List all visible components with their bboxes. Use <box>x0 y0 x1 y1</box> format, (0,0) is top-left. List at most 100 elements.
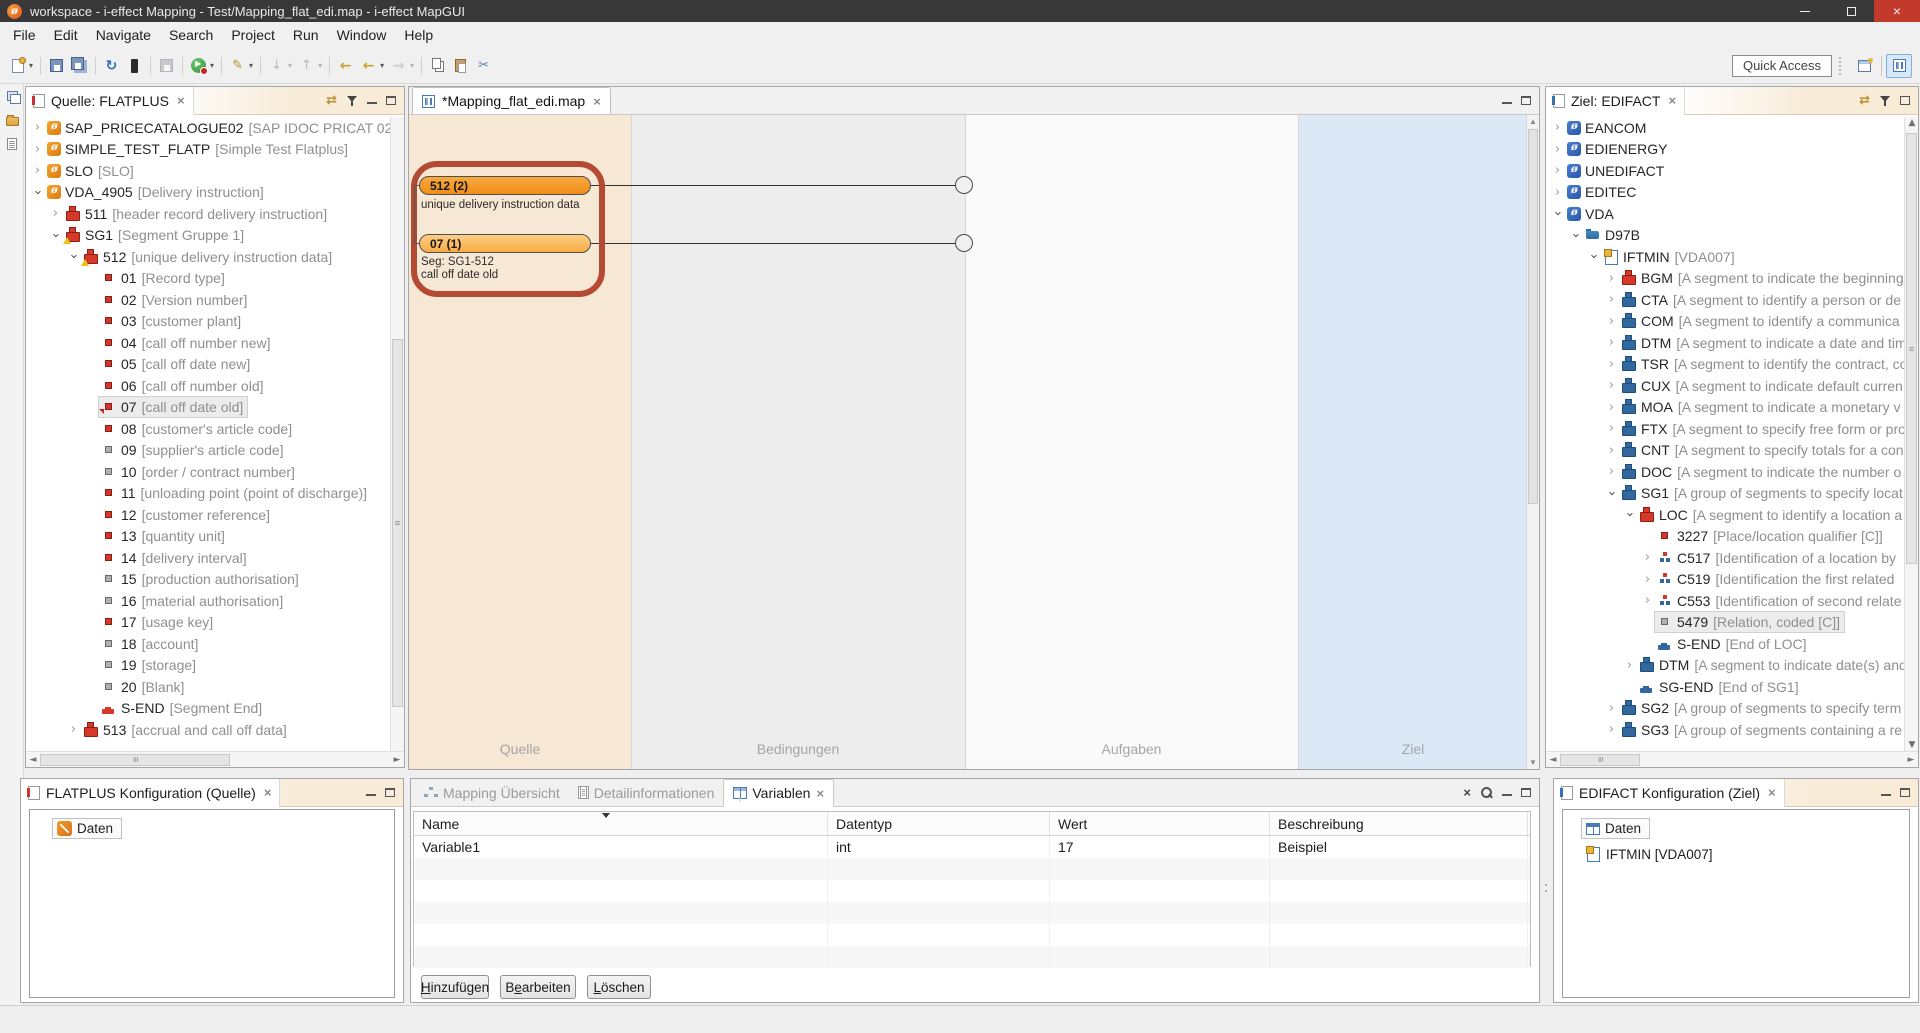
expand-arrow-icon[interactable]: › <box>30 163 45 178</box>
tree-item-dtm[interactable]: ›DTM[A segment to indicate a date and ti… <box>1546 332 1904 354</box>
expand-arrow-icon[interactable]: › <box>1604 335 1619 350</box>
tree-item-08[interactable]: 08[customer's article code] <box>26 418 390 440</box>
expand-arrow-icon[interactable]: › <box>1640 550 1655 565</box>
tree-item-06[interactable]: 06[call off number old] <box>26 375 390 397</box>
maximize-view-icon[interactable] <box>1900 788 1910 797</box>
tab-mapping-bersicht[interactable]: Mapping Übersicht <box>415 779 569 807</box>
tree-item-17[interactable]: 17[usage key] <box>26 612 390 634</box>
refresh-button[interactable]: ↻ <box>100 54 123 78</box>
scrollbar-thumb[interactable]: ≡ <box>1560 754 1640 766</box>
back-button[interactable]: ←▾ <box>357 54 387 78</box>
minimize-view-icon[interactable] <box>366 787 376 796</box>
tab-variablen[interactable]: Variablen× <box>723 779 834 807</box>
tree-item-14[interactable]: 14[delivery interval] <box>26 547 390 569</box>
column-header-datentyp[interactable]: Datentyp <box>828 812 1050 835</box>
tree-item-com[interactable]: ›COM[A segment to identify a communica <box>1546 311 1904 333</box>
expand-arrow-icon[interactable]: › <box>1550 120 1565 135</box>
scroll-down-icon[interactable]: ▼ <box>1905 740 1919 750</box>
tree-item-3227[interactable]: 3227[Place/location qualifier [C]] <box>1546 526 1904 548</box>
expand-arrow-icon[interactable]: › <box>1604 464 1619 479</box>
tree-item-16[interactable]: 16[material authorisation] <box>26 590 390 612</box>
maximize-view-icon[interactable] <box>385 788 395 797</box>
maximize-view-icon[interactable] <box>1521 788 1531 797</box>
tree-item-sap_pricecatalogue02[interactable]: ›SAP_PRICECATALOGUE02[SAP IDOC PRICAT 02… <box>26 117 390 139</box>
tree-item-18[interactable]: 18[account] <box>26 633 390 655</box>
tree-item-cta[interactable]: ›CTA[A segment to identify a person or d… <box>1546 289 1904 311</box>
expand-arrow-icon[interactable]: › <box>48 206 63 221</box>
tab-flatplus-konfiguration[interactable]: FLATPLUS Konfiguration (Quelle) × <box>21 779 280 807</box>
maximize-view-icon[interactable] <box>386 96 396 105</box>
scroll-left-icon[interactable]: ◄ <box>26 755 40 765</box>
mapping-port[interactable] <box>955 176 973 194</box>
target-vertical-scrollbar[interactable]: ▲ ≡ ▼ <box>1904 117 1918 751</box>
tab-detailinformationen[interactable]: Detailinformationen <box>569 779 724 807</box>
collapse-arrow-icon[interactable]: › <box>48 228 63 243</box>
scroll-left-icon[interactable]: ◄ <box>1546 755 1560 765</box>
document-view-icon[interactable] <box>0 132 24 156</box>
tree-item-moa[interactable]: ›MOA[A segment to indicate a monetary v <box>1546 397 1904 419</box>
tree-item-doc[interactable]: ›DOC[A segment to indicate the number o <box>1546 461 1904 483</box>
expand-arrow-icon[interactable]: › <box>1604 314 1619 329</box>
mapping-node-07[interactable]: 07 (1) <box>419 234 591 253</box>
tree-item-simple_test_flatp[interactable]: ›SIMPLE_TEST_FLATP[Simple Test Flatplus] <box>26 139 390 161</box>
window-maximize-button[interactable] <box>1828 0 1874 22</box>
tree-item-12[interactable]: 12[customer reference] <box>26 504 390 526</box>
tree-item-c553[interactable]: ›C553[Identification of second relate <box>1546 590 1904 612</box>
link-with-editor-icon[interactable]: ⇄ <box>326 93 337 108</box>
new-wizard-button[interactable]: ▾ <box>6 54 36 78</box>
close-icon[interactable]: × <box>816 786 824 801</box>
collapse-arrow-icon[interactable]: › <box>1550 206 1565 221</box>
tree-item-vda[interactable]: ›VDA <box>1546 203 1904 225</box>
scroll-up-icon[interactable]: ▲ <box>1527 117 1539 126</box>
expand-arrow-icon[interactable]: › <box>1604 271 1619 286</box>
expand-arrow-icon[interactable]: › <box>1604 722 1619 737</box>
tree-item-c519[interactable]: ›C519[Identification the first related <box>1546 569 1904 591</box>
close-icon[interactable]: × <box>1668 93 1676 108</box>
expand-arrow-icon[interactable]: › <box>1622 658 1637 673</box>
tree-item-s-end[interactable]: S-END[End of LOC] <box>1546 633 1904 655</box>
tree-item-s-end[interactable]: S-END[Segment End] <box>26 698 390 720</box>
expand-arrow-icon[interactable]: › <box>30 120 45 135</box>
collapse-arrow-icon[interactable]: › <box>30 185 45 200</box>
scrollbar-thumb[interactable]: ≡ <box>40 754 230 766</box>
tree-item-ftx[interactable]: ›FTX[A segment to specify free form or p… <box>1546 418 1904 440</box>
daten-button[interactable]: Daten <box>1581 818 1650 839</box>
tree-item-slo[interactable]: ›SLO[SLO] <box>26 160 390 182</box>
expand-arrow-icon[interactable]: › <box>1604 292 1619 307</box>
filter-icon[interactable] <box>346 95 358 107</box>
scrollbar-thumb[interactable] <box>1528 129 1538 504</box>
collapse-arrow-icon[interactable]: › <box>1622 507 1637 522</box>
minimize-editor-icon[interactable] <box>1502 95 1512 104</box>
collapse-arrow-icon[interactable]: › <box>1586 249 1601 264</box>
expand-arrow-icon[interactable]: › <box>1550 185 1565 200</box>
tree-item-bgm[interactable]: ›BGM[A segment to indicate the beginning <box>1546 268 1904 290</box>
dropdown-arrow-icon[interactable]: ▾ <box>318 61 322 70</box>
window-close-button[interactable]: × <box>1874 0 1920 22</box>
open-perspective-button[interactable] <box>1851 54 1877 78</box>
tree-item-c517[interactable]: ›C517[Identification of a location by <box>1546 547 1904 569</box>
expand-arrow-icon[interactable]: › <box>1604 701 1619 716</box>
tree-item-sg2[interactable]: ›SG2[A group of segments to specify term <box>1546 698 1904 720</box>
dropdown-arrow-icon[interactable]: ▾ <box>249 61 253 70</box>
tree-item-512[interactable]: ›512[unique delivery instruction data] <box>26 246 390 268</box>
tree-item-editec[interactable]: ›EDITEC <box>1546 182 1904 204</box>
tree-item-07[interactable]: 07[call off date old] <box>26 397 390 419</box>
editor-vertical-scrollbar[interactable]: ▲ ▼ <box>1526 115 1539 769</box>
search-icon[interactable] <box>1480 786 1493 799</box>
filter-icon[interactable] <box>1879 95 1891 107</box>
tree-item-dtm[interactable]: ›DTM[A segment to indicate date(s) and <box>1546 655 1904 677</box>
column-header-name[interactable]: Name <box>414 812 828 835</box>
dropdown-arrow-icon[interactable]: ▾ <box>29 61 33 70</box>
menu-navigate[interactable]: Navigate <box>87 24 160 46</box>
last-edit-location-button[interactable]: ← <box>334 54 357 78</box>
tree-item-edienergy[interactable]: ›EDIENERGY <box>1546 139 1904 161</box>
dropdown-arrow-icon[interactable]: ▾ <box>210 61 214 70</box>
close-icon[interactable]: × <box>1768 785 1776 800</box>
tree-item-11[interactable]: 11[unloading point (point of discharge)] <box>26 483 390 505</box>
tree-item-20[interactable]: 20[Blank] <box>26 676 390 698</box>
menu-file[interactable]: File <box>4 24 45 46</box>
scrollbar-thumb[interactable]: ≡ <box>392 339 403 707</box>
tree-item-10[interactable]: 10[order / contract number] <box>26 461 390 483</box>
quick-access-box[interactable]: Quick Access <box>1732 55 1832 77</box>
tree-item-sg1[interactable]: ›SG1[A group of segments to specify loca… <box>1546 483 1904 505</box>
